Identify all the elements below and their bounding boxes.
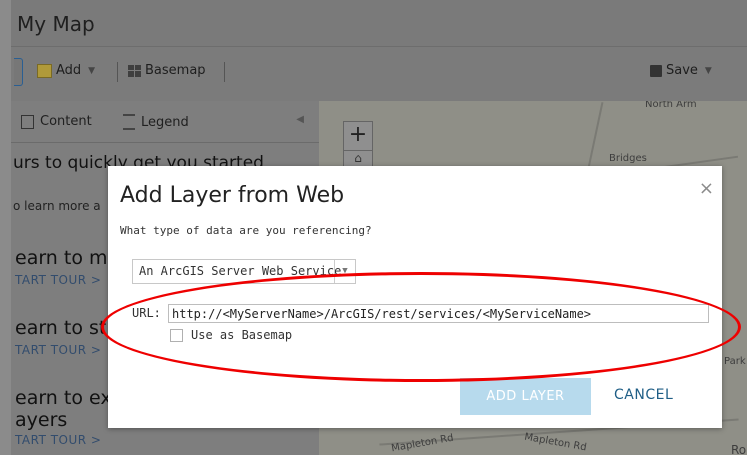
use-as-basemap-option[interactable]: Use as Basemap	[170, 328, 292, 342]
start-tour-link[interactable]: TART TOUR >	[15, 343, 101, 357]
data-type-question: What type of data are you referencing?	[120, 224, 372, 237]
content-icon	[21, 114, 34, 129]
toolbar-divider	[117, 62, 118, 82]
close-icon[interactable]: ×	[699, 178, 714, 199]
tour-title-line2: ayers	[15, 409, 68, 431]
legend-icon	[123, 114, 135, 130]
map-label: North Arm	[645, 101, 697, 110]
use-as-basemap-checkbox[interactable]	[170, 328, 183, 342]
chevron-down-icon: ▼	[704, 65, 712, 76]
cancel-button[interactable]: CANCEL	[614, 387, 673, 403]
basemap-icon	[128, 64, 141, 77]
basemap-button[interactable]: Basemap	[128, 63, 206, 78]
chevron-down-icon: ▼	[88, 65, 96, 76]
collapse-panel-icon[interactable]: ◀	[296, 114, 304, 125]
add-layer-dialog: Add Layer from Web × What type of data a…	[108, 166, 722, 428]
tour-title: earn to m	[15, 247, 108, 269]
url-label: URL:	[132, 306, 161, 320]
app-header: My Map	[11, 0, 747, 46]
url-input[interactable]	[168, 304, 709, 323]
save-button[interactable]: Save ▼	[650, 63, 712, 78]
add-icon	[37, 63, 52, 78]
app-title: My Map	[17, 12, 95, 36]
map-label: Mapleton Rd	[523, 431, 588, 454]
app-frame: My Map Add ▼ Basemap Save ▼ Content Lege…	[0, 0, 747, 455]
toolbar-details-button[interactable]	[14, 58, 23, 86]
toolbar-divider	[224, 62, 225, 82]
start-tour-link[interactable]: TART TOUR >	[15, 273, 101, 287]
learn-more-text: o learn more a	[13, 199, 101, 213]
add-label: Add	[56, 63, 82, 78]
save-label: Save	[666, 63, 698, 78]
dialog-title: Add Layer from Web	[120, 183, 345, 208]
use-as-basemap-label: Use as Basemap	[191, 328, 293, 342]
data-type-select[interactable]: An ArcGIS Server Web Service ▼	[132, 259, 356, 284]
add-layer-button[interactable]: ADD LAYER	[460, 378, 591, 415]
start-tour-link[interactable]: TART TOUR >	[15, 433, 101, 447]
tour-title: earn to ex	[15, 387, 112, 409]
map-label: Mapleton Rd	[390, 432, 455, 455]
zoom-in-button[interactable]: +	[343, 121, 373, 151]
toolbar: Add ▼ Basemap Save ▼	[11, 46, 747, 102]
tab-content[interactable]: Content	[21, 114, 92, 129]
select-value: An ArcGIS Server Web Service	[139, 264, 342, 278]
tour-title: earn to st	[15, 317, 107, 339]
tab-content-label: Content	[40, 114, 92, 129]
tab-legend[interactable]: Legend	[123, 114, 189, 130]
window-edge	[0, 0, 11, 455]
map-label: Park	[724, 356, 746, 367]
panel-tabs: Content Legend ◀	[11, 101, 319, 143]
chevron-down-icon: ▼	[334, 260, 355, 283]
map-label: Bridges	[609, 153, 647, 164]
tab-legend-label: Legend	[141, 114, 189, 130]
add-button[interactable]: Add ▼	[37, 63, 95, 78]
basemap-label: Basemap	[145, 63, 206, 78]
map-label: Ro	[731, 443, 747, 455]
save-icon	[650, 64, 662, 77]
